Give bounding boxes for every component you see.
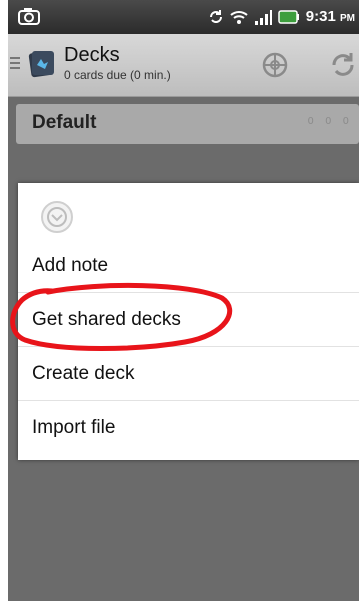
menu-item-label: Create deck (32, 363, 135, 384)
deck-row-default[interactable]: Default 0 0 0 (16, 104, 359, 144)
phone-screen: 9:31 PM Decks 0 cards due (0 min.) Defau… (8, 0, 359, 601)
drawer-icon[interactable] (10, 56, 20, 70)
wifi-icon (230, 10, 248, 24)
menu-item-create-deck[interactable]: Create deck (18, 347, 359, 401)
menu-item-add-note[interactable]: Add note (18, 239, 359, 293)
menu-item-label: Import file (32, 417, 116, 438)
signal-icon (254, 9, 272, 25)
chevron-down-icon[interactable] (40, 200, 74, 234)
menu-item-import-file[interactable]: Import file (18, 401, 359, 455)
camera-icon (18, 8, 40, 25)
sync-icon (209, 9, 222, 23)
status-bar: 9:31 PM (8, 0, 359, 34)
action-bar: Decks 0 cards due (0 min.) (8, 34, 359, 97)
status-time: 9:31 PM (305, 8, 355, 25)
add-icon[interactable] (260, 50, 290, 80)
page-title: Decks (64, 44, 120, 66)
battery-icon (278, 9, 299, 24)
page-subtitle: 0 cards due (0 min.) (64, 68, 171, 82)
deck-counts: 0 0 0 (307, 116, 353, 127)
menu-item-label: Get shared decks (32, 309, 181, 330)
menu-item-get-shared-decks[interactable]: Get shared decks (18, 293, 359, 347)
menu-header (18, 183, 359, 239)
deck-name: Default (32, 112, 97, 133)
add-menu-popup: Add note Get shared decks Create deck Im… (18, 183, 359, 460)
menu-item-label: Add note (32, 255, 109, 276)
anki-deck-icon[interactable] (28, 48, 56, 78)
sync-icon[interactable] (326, 50, 359, 80)
